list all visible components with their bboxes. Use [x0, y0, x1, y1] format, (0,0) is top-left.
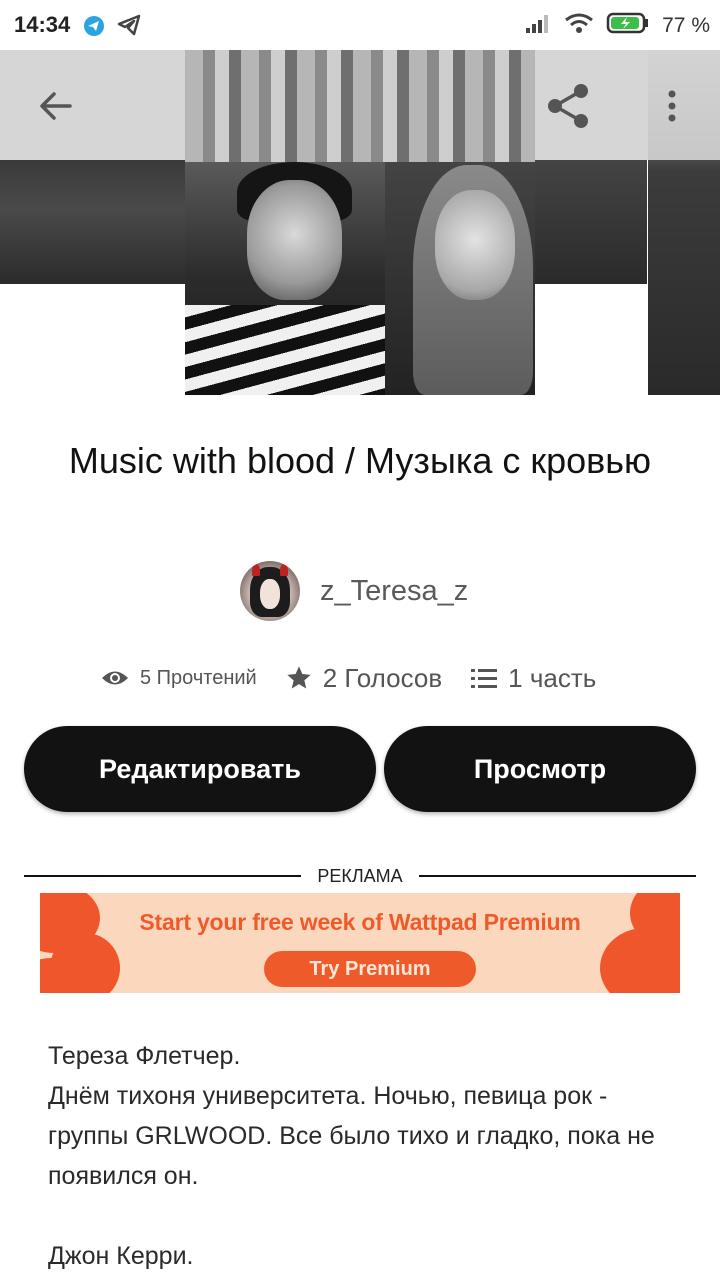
battery-percent: 77 %	[662, 14, 710, 37]
ad-banner[interactable]: Start your free week of Wattpad Premium …	[40, 893, 680, 993]
story-header	[0, 50, 720, 395]
back-button[interactable]	[28, 78, 84, 134]
edit-button[interactable]: Редактировать	[24, 726, 376, 812]
telegram-icon	[84, 16, 104, 36]
battery-icon	[606, 12, 650, 40]
divider	[24, 875, 302, 877]
try-premium-button[interactable]: Try Premium	[264, 951, 476, 987]
arrow-left-icon	[40, 92, 72, 120]
ad-headline: Start your free week of Wattpad Premium	[139, 909, 581, 935]
description-line: Днём тихоня университета. Ночью, певица …	[48, 1082, 655, 1190]
ad-label-row: РЕКЛАМА	[24, 862, 697, 890]
cover-background	[0, 160, 185, 284]
cover-background	[535, 160, 647, 284]
reads-count: 5 Прочтений	[140, 666, 257, 689]
parts-count: 1 часть	[508, 662, 597, 693]
star-icon	[287, 666, 311, 689]
description-line: Тереза Флетчер.	[48, 1042, 241, 1070]
story-description: Тереза Флетчер. Днём тихоня университета…	[48, 1036, 688, 1276]
divider	[418, 875, 697, 877]
story-stats: 5 Прочтений 2 Голосов 1 часть	[100, 656, 640, 700]
description-line: Джон Керри.	[48, 1242, 194, 1270]
votes-count: 2 Голосов	[322, 662, 443, 693]
more-options-button[interactable]	[644, 78, 700, 134]
reads-stat: 5 Прочтений	[100, 667, 257, 690]
story-cover-image[interactable]	[185, 50, 535, 395]
list-icon	[471, 669, 498, 688]
preview-button[interactable]: Просмотр	[384, 726, 696, 812]
author-row[interactable]: z_Teresa_z	[240, 561, 468, 621]
story-title: Music with blood / Музыка с кровью	[68, 440, 652, 481]
status-time: 14:34	[14, 12, 71, 37]
wifi-icon	[564, 12, 594, 40]
status-bar: 14:34 77 %	[0, 0, 720, 50]
share-button[interactable]	[540, 78, 596, 134]
parts-stat: 1 часть	[470, 663, 596, 694]
share-icon	[548, 84, 588, 128]
author-avatar[interactable]	[240, 561, 300, 621]
ad-label: РЕКЛАМА	[317, 865, 403, 886]
votes-stat: 2 Голосов	[285, 663, 442, 694]
signal-icon	[524, 12, 552, 40]
eye-icon	[102, 671, 128, 685]
author-name[interactable]: z_Teresa_z	[320, 575, 468, 608]
more-vertical-icon	[668, 90, 676, 122]
telegram-outline-icon	[116, 12, 142, 43]
